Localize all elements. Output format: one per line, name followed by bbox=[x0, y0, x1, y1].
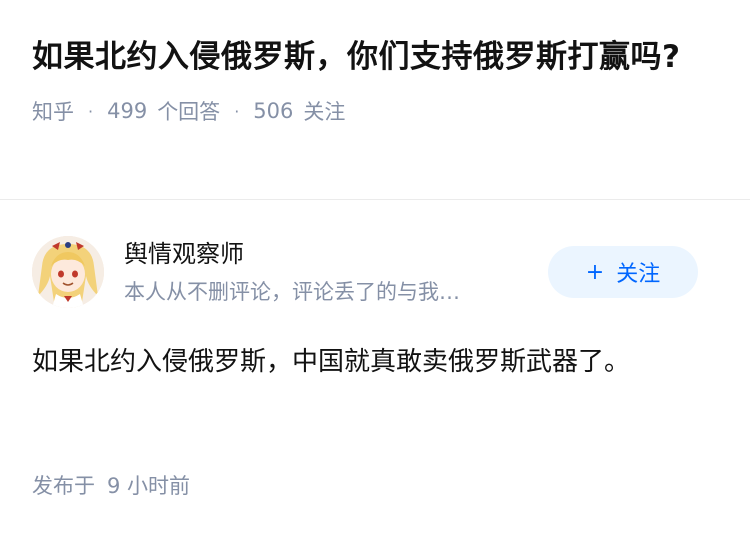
plus-icon: + bbox=[585, 259, 605, 285]
posted-time: 9 小时前 bbox=[107, 474, 191, 498]
question-header: 如果北约入侵俄罗斯，你们支持俄罗斯打赢吗? 知乎 · 499 个回答 · 506… bbox=[0, 0, 750, 127]
follower-count-label: 关注 bbox=[303, 100, 346, 124]
author-card: 舆情观察师 本人从不删评论，评论丢了的与我… + 关注 bbox=[32, 236, 718, 308]
meta-separator: · bbox=[88, 101, 94, 121]
section-divider bbox=[0, 199, 750, 200]
answer-count-label[interactable]: 个回答 bbox=[157, 96, 220, 126]
follow-button[interactable]: + 关注 bbox=[548, 246, 698, 298]
answer-count: 499 bbox=[107, 99, 148, 123]
avatar[interactable] bbox=[32, 236, 104, 308]
meta-separator: · bbox=[234, 101, 240, 121]
avatar-illustration-icon bbox=[32, 236, 104, 308]
answer-timestamp: 发布于 9 小时前 bbox=[32, 470, 190, 500]
answer-page: 如果北约入侵俄罗斯，你们支持俄罗斯打赢吗? 知乎 · 499 个回答 · 506… bbox=[0, 0, 750, 538]
question-meta: 知乎 · 499 个回答 · 506 关注 bbox=[32, 95, 718, 127]
question-title[interactable]: 如果北约入侵俄罗斯，你们支持俄罗斯打赢吗? bbox=[32, 34, 718, 81]
author-bio: 本人从不删评论，评论丢了的与我… bbox=[124, 280, 460, 304]
follow-button-label: 关注 bbox=[616, 262, 661, 287]
answer-content[interactable]: 如果北约入侵俄罗斯，中国就真敢卖俄罗斯武器了。 bbox=[32, 340, 682, 384]
source-label[interactable]: 知乎 bbox=[32, 96, 74, 126]
author-name[interactable]: 舆情观察师 bbox=[124, 238, 244, 270]
follower-count: 506 bbox=[253, 99, 294, 123]
posted-prefix: 发布于 bbox=[32, 474, 95, 498]
